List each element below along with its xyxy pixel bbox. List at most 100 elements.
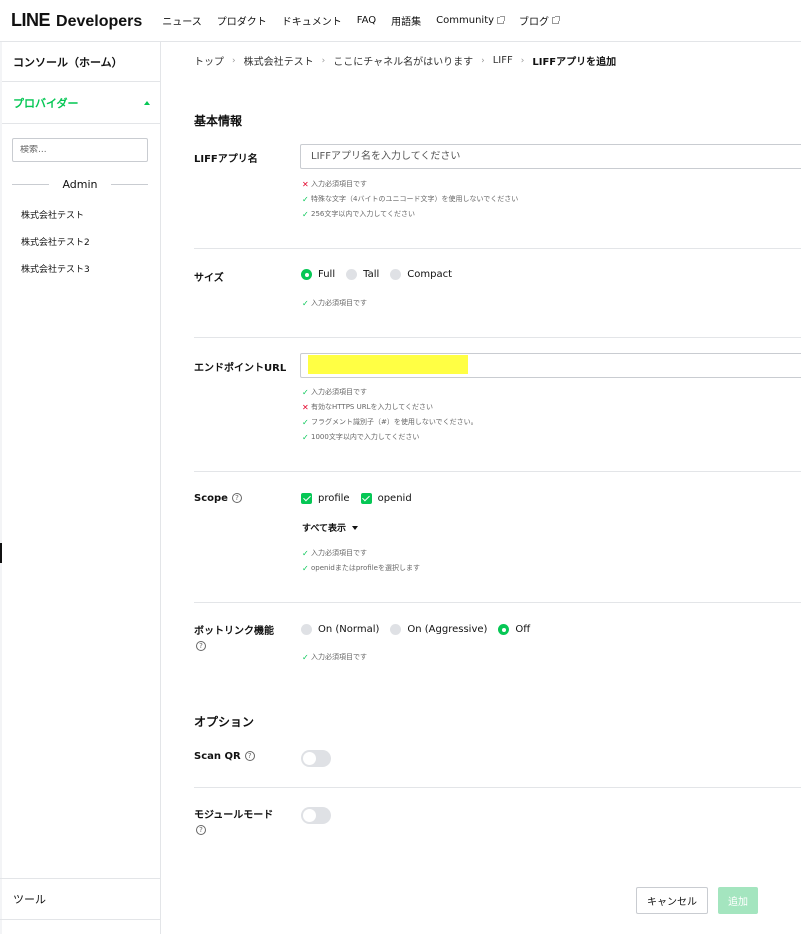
- botlink-rules: ✓ 入力必須項目です: [302, 650, 367, 665]
- window-edge-mark: [0, 543, 2, 563]
- chevron-up-icon: [144, 100, 150, 105]
- line-developers-logo[interactable]: LINE Developers: [11, 10, 142, 31]
- top-header: LINE Developers ニュース プロダクト ドキュメント FAQ 用語…: [0, 0, 801, 42]
- external-link-icon: [497, 16, 506, 24]
- sidebar-console-home[interactable]: コンソール（ホーム）: [0, 42, 160, 82]
- divider: [194, 787, 801, 788]
- help-icon[interactable]: ?: [231, 493, 242, 503]
- validation-rule: ✓ フラグメント識別子（#）を使用しないでください。: [302, 415, 478, 430]
- validation-rule: ✓ 1000文字以内で入力してください: [302, 430, 478, 445]
- validation-rule: ✓ 入力必須項目です: [302, 296, 367, 311]
- nav-news[interactable]: ニュース: [162, 13, 202, 28]
- botlink-radio-normal[interactable]: On (Normal): [301, 624, 379, 635]
- rule-text: 特殊な文字（4バイトのユニコード文字）を使用しないでください: [311, 195, 519, 203]
- chevron-right-icon: ›: [321, 55, 326, 66]
- radio-label: On (Aggressive): [407, 624, 488, 635]
- module-mode-toggle[interactable]: [301, 807, 331, 824]
- check-icon: ✓: [302, 564, 309, 573]
- breadcrumb-liff[interactable]: LIFF: [493, 55, 513, 66]
- breadcrumb-provider[interactable]: 株式会社テスト: [244, 53, 314, 68]
- radio-icon: [390, 624, 402, 635]
- sidebar-search: [12, 138, 148, 162]
- nav-community[interactable]: Community: [436, 15, 506, 26]
- validation-rule: ✕ 入力必須項目です: [302, 177, 518, 192]
- add-button[interactable]: 追加: [718, 887, 758, 914]
- breadcrumb: トップ › 株式会社テスト › ここにチャネル名がはいります › LIFF › …: [194, 53, 616, 68]
- chevron-down-icon: [352, 525, 359, 530]
- radio-label: On (Normal): [318, 624, 380, 635]
- validation-rule: ✓ 256文字以内で入力してください: [302, 207, 518, 222]
- scope-checkbox-openid[interactable]: openid: [360, 493, 412, 504]
- liff-app-name-label: LIFFアプリ名: [194, 154, 258, 165]
- radio-selected-icon: [301, 269, 312, 280]
- help-icon[interactable]: ?: [196, 825, 206, 835]
- main-nav: ニュース プロダクト ドキュメント FAQ 用語集 Community ブログ: [162, 13, 574, 28]
- radio-selected-icon: [498, 624, 510, 635]
- help-icon[interactable]: ?: [196, 641, 206, 651]
- nav-blog[interactable]: ブログ: [519, 13, 561, 28]
- sidebar-item-provider-3[interactable]: 株式会社テスト3: [0, 255, 160, 282]
- validation-rule: ✓ 入力必須項目です: [302, 546, 420, 561]
- sidebar-provider-label: プロバイダー: [13, 96, 79, 110]
- validation-rule: ✓ openidまたはprofileを選択します: [302, 561, 420, 576]
- check-icon: ✓: [302, 299, 309, 308]
- breadcrumb-channel[interactable]: ここにチャネル名がはいります: [333, 53, 473, 68]
- sidebar-item-provider-2[interactable]: 株式会社テスト2: [0, 228, 160, 255]
- botlink-label: ボットリンク機能?: [194, 624, 274, 654]
- rule-text: 有効なHTTPS URLを入力してください: [311, 403, 434, 411]
- breadcrumb-current: LIFFアプリを追加: [532, 57, 617, 68]
- radio-icon: [346, 269, 358, 280]
- size-radio-full[interactable]: Full: [301, 269, 335, 280]
- cross-icon: ✕: [302, 180, 309, 189]
- nav-news-label: ニュース: [162, 17, 202, 28]
- checkbox-label: profile: [318, 493, 350, 504]
- logo-developers-text: Developers: [56, 13, 143, 30]
- nav-faq-label: FAQ: [356, 15, 377, 26]
- scan-qr-toggle[interactable]: [301, 750, 331, 767]
- check-icon: ✓: [302, 195, 309, 204]
- redaction-highlight: [308, 355, 468, 374]
- divider-line: [12, 184, 50, 185]
- botlink-radio-aggressive[interactable]: On (Aggressive): [390, 624, 487, 635]
- size-radio-tall[interactable]: Tall: [346, 269, 379, 280]
- size-radio-compact[interactable]: Compact: [390, 269, 452, 280]
- rule-text: 入力必須項目です: [311, 653, 367, 661]
- show-all-label: すべて表示: [302, 524, 347, 534]
- radio-label: Compact: [407, 269, 452, 280]
- size-label: サイズ: [194, 273, 224, 284]
- check-icon: ✓: [302, 388, 309, 397]
- sidebar-tools[interactable]: ツール: [0, 878, 160, 920]
- scope-checkbox-group: profile openid: [301, 493, 423, 504]
- logo-line-text: LINE: [11, 10, 51, 30]
- sidebar-search-input[interactable]: [20, 145, 147, 155]
- liff-app-name-input[interactable]: [300, 144, 801, 169]
- check-icon: ✓: [302, 653, 309, 662]
- check-icon: ✓: [302, 433, 309, 442]
- sidebar-provider-list: 株式会社テスト 株式会社テスト2 株式会社テスト3: [0, 201, 160, 282]
- chevron-right-icon: ›: [481, 55, 485, 66]
- help-icon[interactable]: ?: [244, 751, 255, 761]
- rule-text: openidまたはprofileを選択します: [311, 564, 420, 572]
- cancel-button[interactable]: キャンセル: [636, 887, 708, 914]
- scope-checkbox-profile[interactable]: profile: [301, 493, 350, 504]
- divider: [194, 248, 801, 249]
- validation-rule: ✓ 入力必須項目です: [302, 650, 367, 665]
- botlink-label-text: ボットリンク機能: [194, 626, 274, 637]
- sidebar-item-provider-1[interactable]: 株式会社テスト: [0, 201, 160, 228]
- scope-show-all-button[interactable]: すべて表示: [302, 521, 359, 534]
- sidebar-provider-toggle[interactable]: プロバイダー: [0, 82, 160, 124]
- sidebar-group-admin: Admin: [12, 178, 148, 191]
- nav-glossary[interactable]: 用語集: [391, 13, 421, 28]
- radio-label: Tall: [363, 269, 380, 280]
- section-basic-info-title: 基本情報: [194, 114, 243, 128]
- nav-docs[interactable]: ドキュメント: [282, 13, 342, 28]
- scope-label: Scope?: [194, 493, 242, 504]
- validation-rule: ✓ 入力必須項目です: [302, 385, 478, 400]
- breadcrumb-top[interactable]: トップ: [194, 53, 224, 68]
- sidebar-edge: [0, 42, 2, 934]
- rule-text: 入力必須項目です: [311, 299, 367, 307]
- botlink-radio-off[interactable]: Off: [498, 624, 530, 635]
- nav-products[interactable]: プロダクト: [217, 13, 267, 28]
- nav-faq[interactable]: FAQ: [357, 15, 376, 26]
- radio-label: Full: [318, 269, 336, 280]
